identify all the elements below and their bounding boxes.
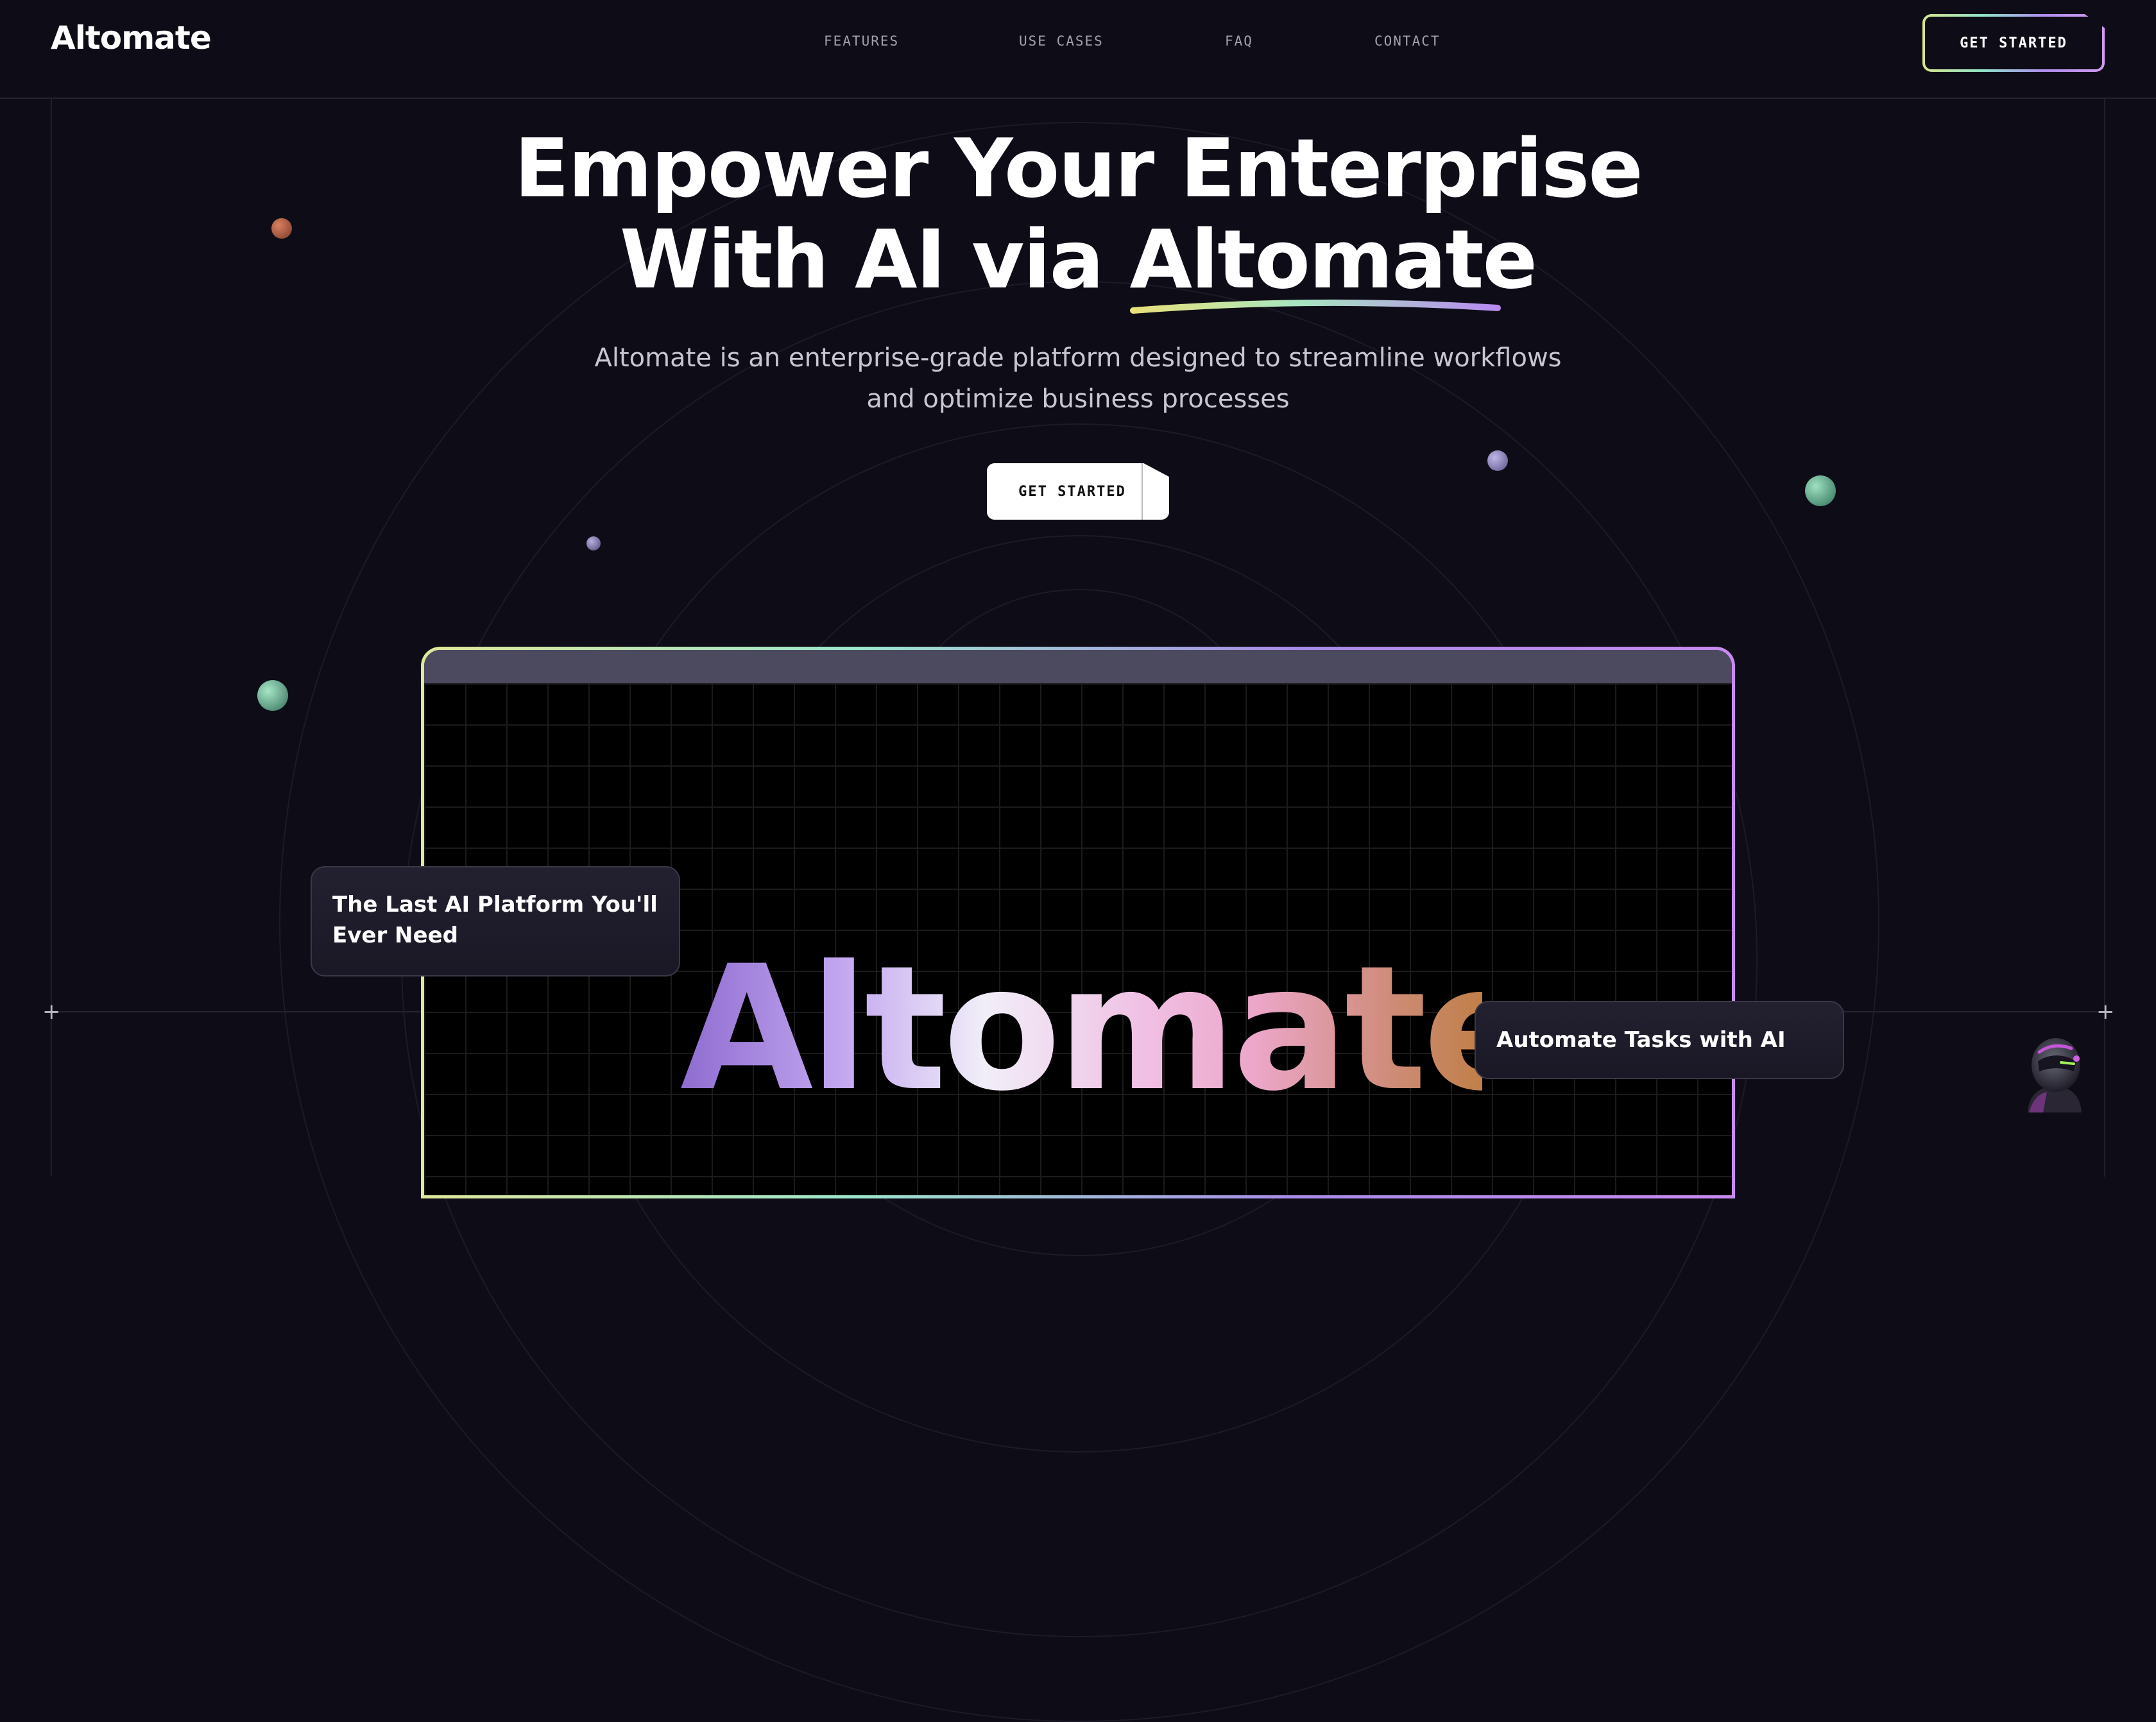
window-title-bar (424, 650, 1732, 683)
hero-title-highlight-text: Altomate (1129, 212, 1537, 307)
get-started-button-label: GET STARTED (1018, 483, 1126, 500)
nav-item-use-cases[interactable]: USE CASES (1019, 33, 1104, 49)
hero-subtitle: Altomate is an enterprise-grade platform… (565, 337, 1591, 420)
hero-title: Empower Your Enterprise With AI via Alto… (0, 121, 2156, 314)
planet-green (1805, 475, 1836, 506)
get-started-button-hero[interactable]: GET STARTED (987, 463, 1169, 520)
planet-small-purple (586, 536, 601, 550)
hero-title-line2-prefix: With AI via (620, 212, 1130, 307)
nav-item-features[interactable]: FEATURES (824, 33, 899, 49)
nav-item-contact[interactable]: CONTACT (1374, 33, 1441, 49)
feature-card-left: The Last AI Platform You'll Ever Need (311, 866, 680, 976)
robot-avatar-icon[interactable] (2015, 1033, 2094, 1112)
hero-title-line1: Empower Your Enterprise (514, 121, 1643, 216)
plus-icon: + (2096, 999, 2115, 1025)
nav-item-faq[interactable]: FAQ (1225, 33, 1253, 49)
hero-subtitle-line2: and optimize business processes (866, 384, 1290, 414)
plus-icon: + (42, 999, 61, 1025)
underline-swoosh (1130, 299, 1502, 314)
get-started-button-nav[interactable]: GET STARTED (1922, 14, 2105, 72)
brand-logo[interactable]: Altomate (51, 19, 212, 56)
hero-title-line2: With AI via Altomate (0, 212, 2156, 314)
hero-title-highlight: Altomate (1129, 212, 1537, 314)
feature-card-right: Automate Tasks with AI (1475, 1001, 1844, 1079)
button-notch-divider (1142, 463, 1143, 520)
hero-subtitle-line1: Altomate is an enterprise-grade platform… (594, 343, 1562, 373)
top-navbar: Altomate FEATURES USE CASES FAQ CONTACT … (0, 0, 2156, 99)
showcase-brand-text: Altomate (680, 929, 1539, 1129)
planet-purple (1487, 450, 1508, 471)
planet-green-left (257, 680, 288, 711)
